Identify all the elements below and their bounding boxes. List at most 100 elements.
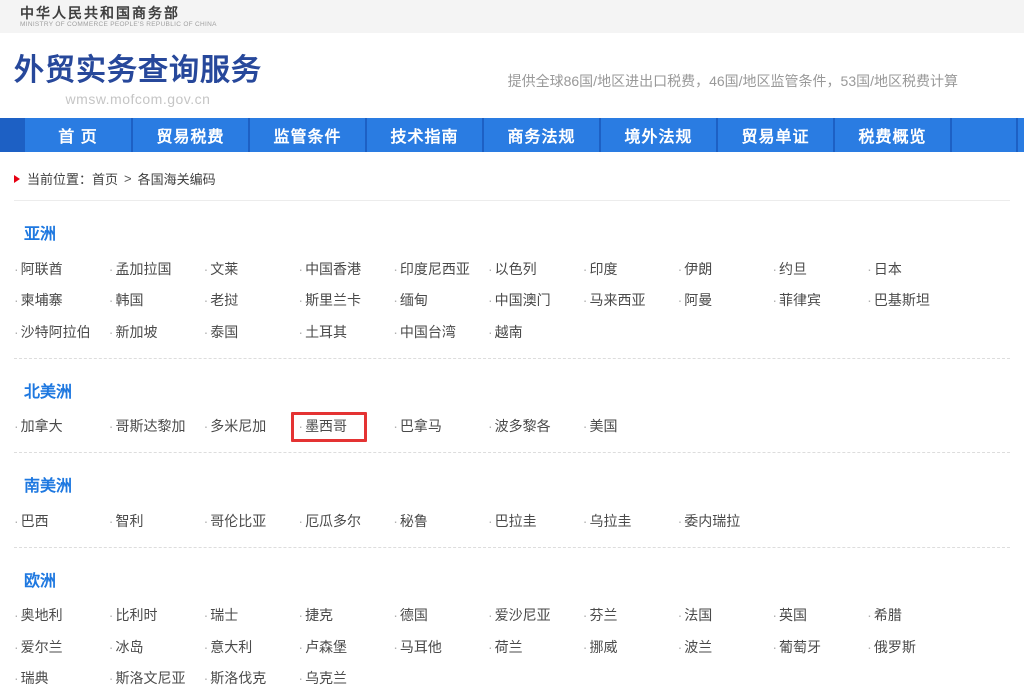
country-link[interactable]: ·哥伦比亚 <box>204 511 299 531</box>
country-link[interactable]: ·智利 <box>109 511 204 531</box>
section-0: 亚洲·阿联酋·孟加拉国·文莱·中国香港·印度尼西亚·以色列·印度·伊朗·约旦·日… <box>0 201 1024 359</box>
nav-item-3[interactable]: 技术指南 <box>365 118 482 152</box>
country-link[interactable]: ·中国香港 <box>298 259 393 279</box>
country-link[interactable]: ·爱沙尼亚 <box>488 605 583 625</box>
ministry-name-cn: 中华人民共和国商务部 <box>20 6 217 21</box>
country-link[interactable]: ·斯里兰卡 <box>298 290 393 310</box>
country-link[interactable]: ·孟加拉国 <box>109 259 204 279</box>
country-link[interactable]: ·秘鲁 <box>393 511 488 531</box>
country-link[interactable]: ·缅甸 <box>393 290 488 310</box>
country-name: 孟加拉国 <box>115 261 171 277</box>
country-name: 比利时 <box>115 607 157 623</box>
country-link[interactable]: ·巴拿马 <box>393 416 488 436</box>
nav-item-6[interactable]: 贸易单证 <box>716 118 833 152</box>
country-link[interactable]: ·葡萄牙 <box>772 637 867 657</box>
country-link[interactable]: ·阿联酋 <box>14 259 109 279</box>
country-link[interactable]: ·新加坡 <box>109 322 204 342</box>
bullet-icon: · <box>204 324 209 340</box>
breadcrumb-current[interactable]: 各国海关编码 <box>138 169 216 188</box>
country-link[interactable]: ·奥地利 <box>14 605 109 625</box>
country-link[interactable]: ·墨西哥 <box>298 416 393 436</box>
country-link[interactable]: ·委内瑞拉 <box>678 511 773 531</box>
country-link[interactable]: ·爱尔兰 <box>14 637 109 657</box>
country-link[interactable]: ·意大利 <box>204 637 299 657</box>
country-link[interactable]: ·沙特阿拉伯 <box>14 322 109 342</box>
country-link[interactable]: ·印度尼西亚 <box>393 259 488 279</box>
country-link[interactable]: ·卢森堡 <box>298 637 393 657</box>
country-link[interactable]: ·荷兰 <box>488 637 583 657</box>
country-link[interactable]: ·伊朗 <box>678 259 773 279</box>
country-name: 委内瑞拉 <box>684 513 740 529</box>
country-link[interactable]: ·法国 <box>678 605 773 625</box>
bullet-icon: · <box>204 670 209 686</box>
country-link[interactable]: ·美国 <box>583 416 678 436</box>
country-link[interactable]: ·韩国 <box>109 290 204 310</box>
country-name: 马耳他 <box>400 639 442 655</box>
country-link[interactable]: ·菲律宾 <box>772 290 867 310</box>
country-link[interactable]: ·波兰 <box>678 637 773 657</box>
nav-item-0[interactable]: 首 页 <box>25 118 131 152</box>
country-link[interactable]: ·厄瓜多尔 <box>298 511 393 531</box>
bullet-icon: · <box>14 292 19 308</box>
country-link[interactable]: ·冰岛 <box>109 637 204 657</box>
breadcrumb-home-link[interactable]: 首页 <box>92 169 118 188</box>
bullet-icon: · <box>867 261 872 277</box>
country-link[interactable]: ·马耳他 <box>393 637 488 657</box>
country-link[interactable]: ·芬兰 <box>583 605 678 625</box>
country-name: 斯洛文尼亚 <box>115 670 185 686</box>
country-link[interactable]: ·乌拉圭 <box>583 511 678 531</box>
country-link[interactable]: ·比利时 <box>109 605 204 625</box>
country-link[interactable]: ·土耳其 <box>298 322 393 342</box>
country-link[interactable]: ·印度 <box>583 259 678 279</box>
country-link[interactable]: ·阿曼 <box>678 290 773 310</box>
country-link[interactable]: ·瑞士 <box>204 605 299 625</box>
country-link[interactable]: ·俄罗斯 <box>867 637 962 657</box>
country-link[interactable]: ·挪威 <box>583 637 678 657</box>
page: 中华人民共和国商务部 MINISTRY OF COMMERCE PEOPLE'S… <box>0 0 1024 688</box>
country-link[interactable]: ·加拿大 <box>14 416 109 436</box>
country-link[interactable]: ·波多黎各 <box>488 416 583 436</box>
country-link[interactable]: ·柬埔寨 <box>14 290 109 310</box>
country-link[interactable]: ·捷克 <box>298 605 393 625</box>
ministry-band: 中华人民共和国商务部 MINISTRY OF COMMERCE PEOPLE'S… <box>0 0 1024 33</box>
country-link[interactable]: ·马来西亚 <box>583 290 678 310</box>
nav-item-4[interactable]: 商务法规 <box>482 118 599 152</box>
country-name: 奥地利 <box>21 607 63 623</box>
country-link[interactable]: ·希腊 <box>867 605 962 625</box>
country-link[interactable]: ·斯洛伐克 <box>204 668 299 688</box>
country-link[interactable]: ·巴拉圭 <box>488 511 583 531</box>
country-link[interactable]: ·约旦 <box>772 259 867 279</box>
country-name: 新加坡 <box>115 324 157 340</box>
bullet-icon: · <box>772 261 777 277</box>
bullet-icon: · <box>583 607 588 623</box>
country-name: 冰岛 <box>115 639 143 655</box>
country-link[interactable]: ·斯洛文尼亚 <box>109 668 204 688</box>
country-link[interactable]: ·文莱 <box>204 259 299 279</box>
country-link[interactable]: ·日本 <box>867 259 962 279</box>
country-link[interactable]: ·哥斯达黎加 <box>109 416 204 436</box>
nav-item-7[interactable]: 税费概览 <box>833 118 950 152</box>
country-link[interactable]: ·巴基斯坦 <box>867 290 962 310</box>
country-link[interactable]: ·老挝 <box>204 290 299 310</box>
country-link[interactable]: ·德国 <box>393 605 488 625</box>
country-name: 巴西 <box>21 513 49 529</box>
bullet-icon: · <box>298 670 303 686</box>
bullet-icon: · <box>204 607 209 623</box>
country-link[interactable]: ·泰国 <box>204 322 299 342</box>
country-link[interactable]: ·多米尼加 <box>204 416 299 436</box>
country-grid: ·巴西·智利·哥伦比亚·厄瓜多尔·秘鲁·巴拉圭·乌拉圭·委内瑞拉 <box>14 505 1010 537</box>
breadcrumb-separator: > <box>124 171 132 186</box>
country-link[interactable]: ·巴西 <box>14 511 109 531</box>
section-title: 南美洲 <box>24 477 1024 497</box>
country-link[interactable]: ·瑞典 <box>14 668 109 688</box>
nav-item-1[interactable]: 贸易税费 <box>131 118 248 152</box>
country-link[interactable]: ·越南 <box>488 322 583 342</box>
nav-item-2[interactable]: 监管条件 <box>248 118 365 152</box>
country-link[interactable]: ·中国澳门 <box>488 290 583 310</box>
country-name: 老挝 <box>210 292 238 308</box>
nav-item-5[interactable]: 境外法规 <box>599 118 716 152</box>
country-link[interactable]: ·中国台湾 <box>393 322 488 342</box>
country-link[interactable]: ·以色列 <box>488 259 583 279</box>
country-link[interactable]: ·英国 <box>772 605 867 625</box>
country-link[interactable]: ·乌克兰 <box>298 668 393 688</box>
